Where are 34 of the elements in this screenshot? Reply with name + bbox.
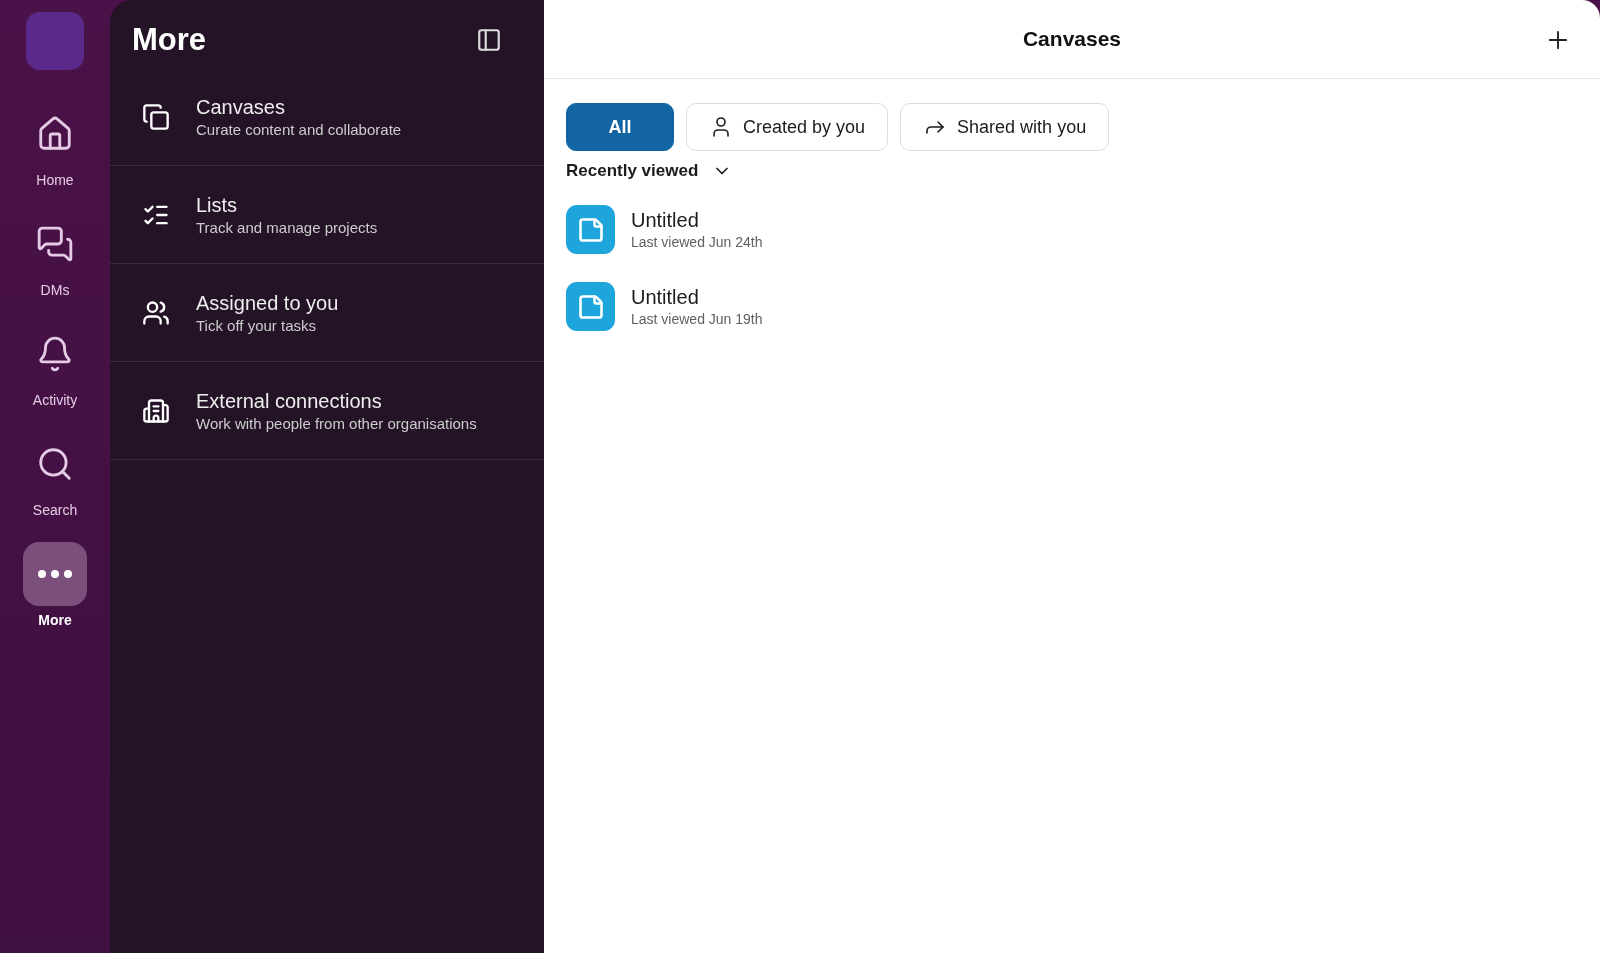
canvas-title: Untitled — [631, 286, 700, 309]
panel-title: More — [132, 22, 207, 58]
building-icon — [142, 396, 170, 425]
people-icon — [142, 298, 170, 327]
menu-item-subtitle: Track and manage projects — [196, 218, 378, 236]
menu-item-title: Lists — [196, 193, 239, 217]
rail-nav-item[interactable]: Search — [10, 432, 100, 518]
chat-bubbles-icon — [36, 225, 74, 263]
canvas-list-item[interactable]: Untitled Last viewed Jun 24th — [566, 205, 763, 254]
filter-tab[interactable]: Created by you — [686, 103, 889, 151]
menu-item-title: External connections — [196, 389, 383, 413]
sort-dropdown[interactable]: Recently viewed — [544, 151, 755, 181]
filter-tab[interactable]: Shared with you — [900, 103, 1110, 151]
bell-icon — [36, 335, 74, 373]
rail-nav-item[interactable]: Activity — [10, 322, 100, 408]
rail-nav-item[interactable]: DMs — [10, 212, 100, 298]
menu-item-subtitle: Work with people from other organisations — [196, 414, 477, 432]
canvas-tile-icon — [566, 282, 615, 331]
filter-tab[interactable]: All — [566, 103, 674, 151]
canvas-list-item[interactable]: Untitled Last viewed Jun 19th — [566, 282, 763, 331]
menu-item-title: Assigned to you — [196, 291, 339, 315]
canvas-title: Untitled — [631, 209, 700, 232]
rail-nav-item[interactable]: Home — [10, 102, 100, 188]
menu-item-subtitle: Curate content and collaborate — [196, 120, 402, 138]
search-icon — [36, 445, 74, 483]
canvas-last-viewed: Last viewed Jun 19th — [631, 311, 763, 327]
home-icon — [36, 115, 74, 153]
menu-item-title: Canvases — [196, 95, 286, 119]
canvas-last-viewed: Last viewed Jun 24th — [631, 234, 763, 250]
stacked-pages-icon — [142, 102, 170, 131]
page-title: Canvases — [1022, 27, 1122, 51]
more-icon — [38, 570, 72, 578]
menu-item-subtitle: Tick off your tasks — [196, 316, 318, 334]
canvas-tile-icon — [566, 205, 615, 254]
